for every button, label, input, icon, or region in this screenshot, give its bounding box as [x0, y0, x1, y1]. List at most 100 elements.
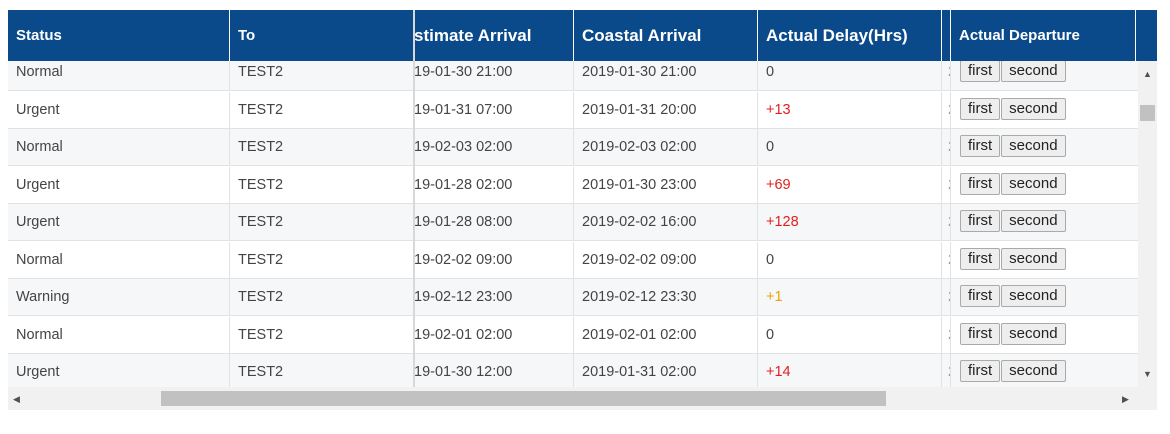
cell-status: Urgent: [8, 354, 230, 387]
cell-actual-departure: first second: [951, 317, 1138, 354]
scrollbar-corner: [1138, 387, 1157, 410]
cell-actual-delay: 0: [758, 241, 942, 279]
cell-actual-departure: first second: [951, 204, 1138, 241]
second-button[interactable]: second: [1001, 97, 1066, 120]
cell-coastal-arrival: 2019-01-31 02:00: [574, 354, 758, 387]
table-row[interactable]: Normal TEST2 19-02-02 09:00 2019-02-02 0…: [8, 241, 1138, 279]
cell-estimate-arrival: 19-01-30 12:00: [414, 354, 574, 387]
cell-actual-delay: +14: [758, 354, 942, 387]
cell-estimate-arrival: 19-01-30 21:00: [414, 61, 574, 91]
cell-estimate-arrival: 19-02-01 02:00: [414, 316, 574, 354]
scroll-right-icon[interactable]: ▶: [1122, 394, 1129, 404]
horizontal-scroll-thumb[interactable]: [161, 391, 886, 406]
cell-coastal-arrival: 2019-01-30 21:00: [574, 61, 758, 91]
horizontal-scrollbar[interactable]: ◀ ▶: [8, 387, 1138, 410]
cell-hidden-column: 2: [942, 91, 951, 129]
vertical-scrollbar[interactable]: ▲ ▼: [1138, 61, 1157, 387]
cell-actual-delay: +128: [758, 204, 942, 241]
scroll-left-icon[interactable]: ◀: [13, 394, 20, 404]
cell-to: TEST2: [230, 166, 414, 204]
cell-to: TEST2: [230, 241, 414, 279]
grid-header: Status To stimate Arrival Coastal Arriva…: [8, 10, 1157, 61]
cell-status: Normal: [8, 241, 230, 279]
cell-to: TEST2: [230, 129, 414, 166]
cell-actual-departure: first second: [951, 129, 1138, 166]
table-row[interactable]: Urgent TEST2 19-01-30 12:00 2019-01-31 0…: [8, 354, 1138, 387]
header-to[interactable]: To: [230, 10, 414, 61]
table-row[interactable]: Normal TEST2 19-02-01 02:00 2019-02-01 0…: [8, 316, 1138, 354]
cell-status: Urgent: [8, 204, 230, 241]
cell-actual-departure: first second: [951, 92, 1138, 129]
cell-coastal-arrival: 2019-01-31 20:00: [574, 91, 758, 129]
header-status[interactable]: Status: [8, 10, 230, 61]
table-row[interactable]: Urgent TEST2 19-01-28 02:00 2019-01-30 2…: [8, 166, 1138, 204]
cell-hidden-column: 2: [942, 166, 951, 204]
header-actual-departure[interactable]: Actual Departure: [951, 10, 1136, 61]
first-button[interactable]: first: [960, 247, 1001, 270]
cell-hidden-column: 2: [942, 354, 951, 387]
first-button[interactable]: first: [960, 285, 1001, 308]
first-button[interactable]: first: [960, 172, 1001, 195]
table-row[interactable]: Urgent TEST2 19-01-28 08:00 2019-02-02 1…: [8, 204, 1138, 241]
cell-coastal-arrival: 2019-02-02 09:00: [574, 241, 758, 279]
cell-actual-departure: first second: [951, 242, 1138, 279]
second-button[interactable]: second: [1001, 360, 1066, 383]
cell-actual-delay: 0: [758, 129, 942, 166]
cell-status: Warning: [8, 279, 230, 316]
cell-to: TEST2: [230, 91, 414, 129]
first-button[interactable]: first: [960, 360, 1001, 383]
cell-estimate-arrival: 19-02-02 09:00: [414, 241, 574, 279]
cell-status: Urgent: [8, 166, 230, 204]
cell-actual-departure: first second: [951, 167, 1138, 204]
cell-estimate-arrival: 19-01-28 08:00: [414, 204, 574, 241]
cell-status: Normal: [8, 316, 230, 354]
first-button[interactable]: first: [960, 322, 1001, 345]
frozen-column-divider: [413, 10, 415, 387]
table-row[interactable]: Urgent TEST2 19-01-31 07:00 2019-01-31 2…: [8, 91, 1138, 129]
header-coastal-arrival[interactable]: Coastal Arrival: [574, 10, 758, 61]
cell-estimate-arrival: 19-02-12 23:00: [414, 279, 574, 316]
cell-actual-delay: 0: [758, 316, 942, 354]
table-row[interactable]: Warning TEST2 19-02-12 23:00 2019-02-12 …: [8, 279, 1138, 316]
cell-coastal-arrival: 2019-02-03 02:00: [574, 129, 758, 166]
cell-to: TEST2: [230, 61, 414, 91]
cell-hidden-column: 2: [942, 279, 951, 316]
scroll-down-icon[interactable]: ▼: [1143, 369, 1152, 379]
second-button[interactable]: second: [1001, 285, 1066, 308]
header-actual-delay[interactable]: Actual Delay(Hrs): [758, 10, 942, 61]
second-button[interactable]: second: [1001, 172, 1066, 195]
cell-hidden-column: 2: [942, 129, 951, 166]
first-button[interactable]: first: [960, 97, 1001, 120]
cell-coastal-arrival: 2019-02-01 02:00: [574, 316, 758, 354]
cell-hidden-column: 2: [942, 61, 951, 91]
cell-estimate-arrival: 19-02-03 02:00: [414, 129, 574, 166]
cell-actual-departure: first second: [951, 279, 1138, 316]
cell-coastal-arrival: 2019-01-30 23:00: [574, 166, 758, 204]
cell-coastal-arrival: 2019-02-02 16:00: [574, 204, 758, 241]
table-row[interactable]: Normal TEST2 19-01-30 21:00 2019-01-30 2…: [8, 61, 1138, 91]
cell-to: TEST2: [230, 279, 414, 316]
header-estimate-arrival[interactable]: stimate Arrival: [414, 10, 574, 61]
cell-actual-departure: first second: [951, 61, 1138, 91]
second-button[interactable]: second: [1001, 322, 1066, 345]
header-hidden-column[interactable]: [942, 10, 951, 61]
second-button[interactable]: second: [1001, 135, 1066, 158]
cell-to: TEST2: [230, 354, 414, 387]
cell-actual-delay: +69: [758, 166, 942, 204]
first-button[interactable]: first: [960, 61, 1001, 83]
cell-hidden-column: 2: [942, 316, 951, 354]
second-button[interactable]: second: [1001, 247, 1066, 270]
cell-hidden-column: 2: [942, 204, 951, 241]
vertical-scroll-thumb[interactable]: [1140, 105, 1155, 121]
cell-actual-delay: 0: [758, 61, 942, 91]
table-row[interactable]: Normal TEST2 19-02-03 02:00 2019-02-03 0…: [8, 129, 1138, 166]
cell-to: TEST2: [230, 316, 414, 354]
cell-actual-departure: first second: [951, 354, 1138, 387]
scroll-up-icon[interactable]: ▲: [1143, 69, 1152, 79]
first-button[interactable]: first: [960, 210, 1001, 233]
first-button[interactable]: first: [960, 135, 1001, 158]
cell-coastal-arrival: 2019-02-12 23:30: [574, 279, 758, 316]
cell-estimate-arrival: 19-01-31 07:00: [414, 91, 574, 129]
second-button[interactable]: second: [1001, 61, 1066, 83]
second-button[interactable]: second: [1001, 210, 1066, 233]
